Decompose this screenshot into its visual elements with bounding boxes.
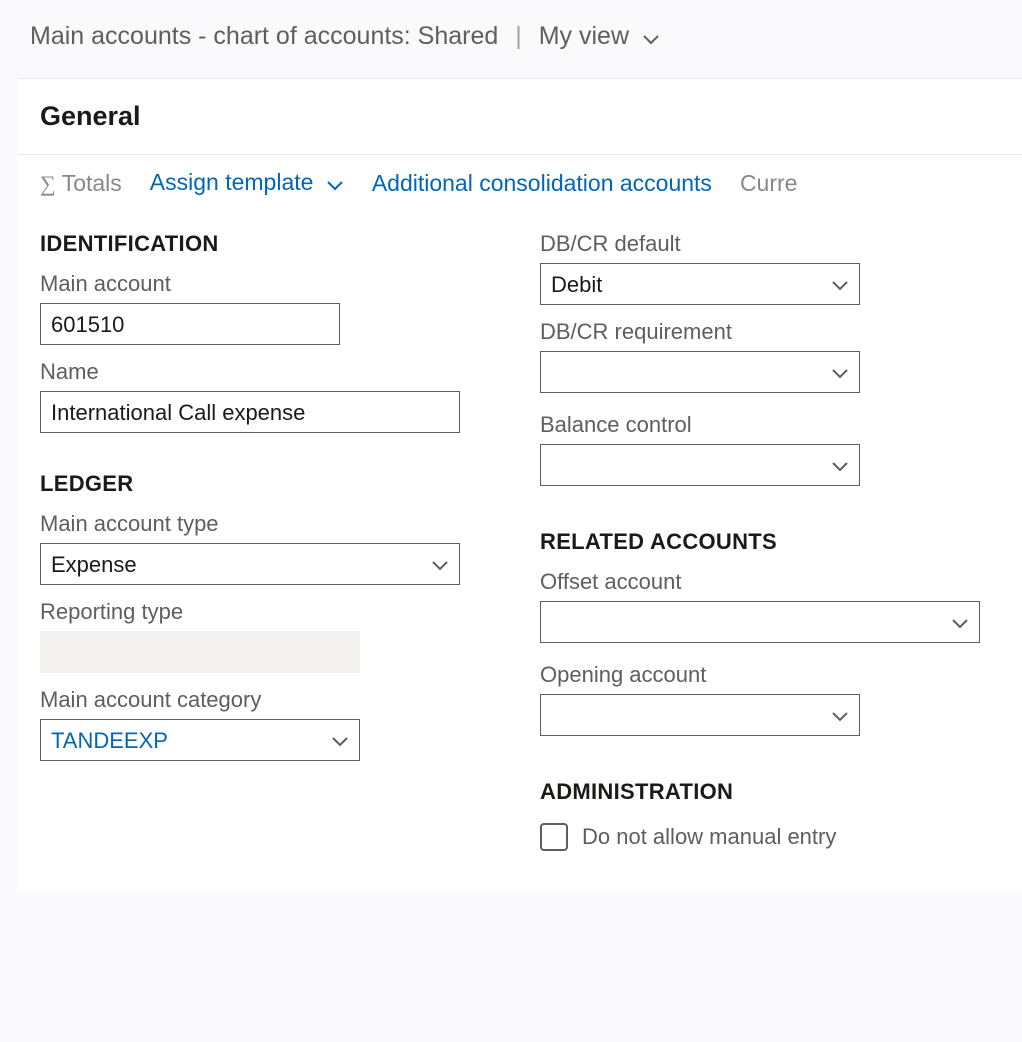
- chevron-down-icon: [831, 448, 849, 482]
- view-selector-label: My view: [539, 22, 629, 50]
- additional-consolidation-label: Additional consolidation accounts: [372, 170, 712, 196]
- do-not-allow-manual-checkbox[interactable]: [540, 823, 568, 851]
- name-label: Name: [40, 359, 470, 385]
- dbcr-requirement-select[interactable]: [540, 351, 860, 393]
- left-column: IDENTIFICATION Main account 601510 Name …: [40, 223, 470, 851]
- breadcrumb-title: Main accounts - chart of accounts: Share…: [30, 22, 498, 50]
- section-identification: IDENTIFICATION: [40, 231, 470, 257]
- offset-account-label: Offset account: [540, 569, 990, 595]
- dbcr-default-select[interactable]: Debit: [540, 263, 860, 305]
- totals-action[interactable]: ∑Totals: [40, 170, 122, 197]
- page-header: Main accounts - chart of accounts: Share…: [0, 0, 1022, 78]
- chevron-down-icon: [831, 355, 849, 389]
- name-input[interactable]: International Call expense: [40, 391, 460, 433]
- chevron-down-icon: [331, 723, 349, 757]
- offset-account-select[interactable]: [540, 601, 980, 643]
- section-ledger: LEDGER: [40, 471, 470, 497]
- chevron-down-icon: [642, 23, 660, 52]
- totals-label: Totals: [62, 170, 122, 196]
- opening-account-select[interactable]: [540, 694, 860, 736]
- main-account-category-label: Main account category: [40, 687, 470, 713]
- section-administration: ADMINISTRATION: [540, 779, 990, 805]
- breadcrumb-separator: |: [515, 22, 522, 50]
- sigma-icon: ∑: [40, 171, 56, 196]
- additional-consolidation-action[interactable]: Additional consolidation accounts: [372, 170, 712, 197]
- reporting-type-input-disabled: [40, 631, 360, 673]
- main-account-category-select[interactable]: TANDEEXP: [40, 719, 360, 761]
- assign-template-label: Assign template: [150, 169, 314, 195]
- chevron-down-icon: [831, 267, 849, 301]
- chevron-down-icon: [951, 605, 969, 639]
- chevron-down-icon: [831, 698, 849, 732]
- main-account-label: Main account: [40, 271, 470, 297]
- do-not-allow-manual-label: Do not allow manual entry: [582, 824, 836, 850]
- main-account-input[interactable]: 601510: [40, 303, 340, 345]
- chevron-down-icon: [326, 170, 344, 197]
- chevron-down-icon: [431, 547, 449, 581]
- assign-template-action[interactable]: Assign template: [150, 169, 344, 197]
- section-related-accounts: RELATED ACCOUNTS: [540, 529, 990, 555]
- currency-label-truncated: Curre: [740, 170, 798, 196]
- panel-toolbar: ∑Totals Assign template Additional conso…: [18, 155, 1022, 207]
- dbcr-default-value: Debit: [551, 272, 602, 297]
- form-grid: IDENTIFICATION Main account 601510 Name …: [18, 207, 1022, 891]
- main-account-category-value: TANDEEXP: [51, 728, 168, 753]
- do-not-allow-manual-row: Do not allow manual entry: [540, 823, 990, 851]
- currency-action-truncated[interactable]: Curre: [740, 170, 798, 197]
- right-column: DB/CR default Debit DB/CR requirement: [540, 223, 990, 851]
- balance-control-select[interactable]: [540, 444, 860, 486]
- panel-title: General: [18, 79, 1022, 155]
- main-account-type-select[interactable]: Expense: [40, 543, 460, 585]
- opening-account-label: Opening account: [540, 662, 990, 688]
- dbcr-default-label: DB/CR default: [540, 231, 990, 257]
- main-account-type-label: Main account type: [40, 511, 470, 537]
- main-account-type-value: Expense: [51, 552, 137, 577]
- reporting-type-label: Reporting type: [40, 599, 470, 625]
- general-panel: General ∑Totals Assign template Addition…: [18, 78, 1022, 891]
- view-selector[interactable]: My view: [539, 22, 660, 50]
- balance-control-label: Balance control: [540, 412, 990, 438]
- dbcr-requirement-label: DB/CR requirement: [540, 319, 990, 345]
